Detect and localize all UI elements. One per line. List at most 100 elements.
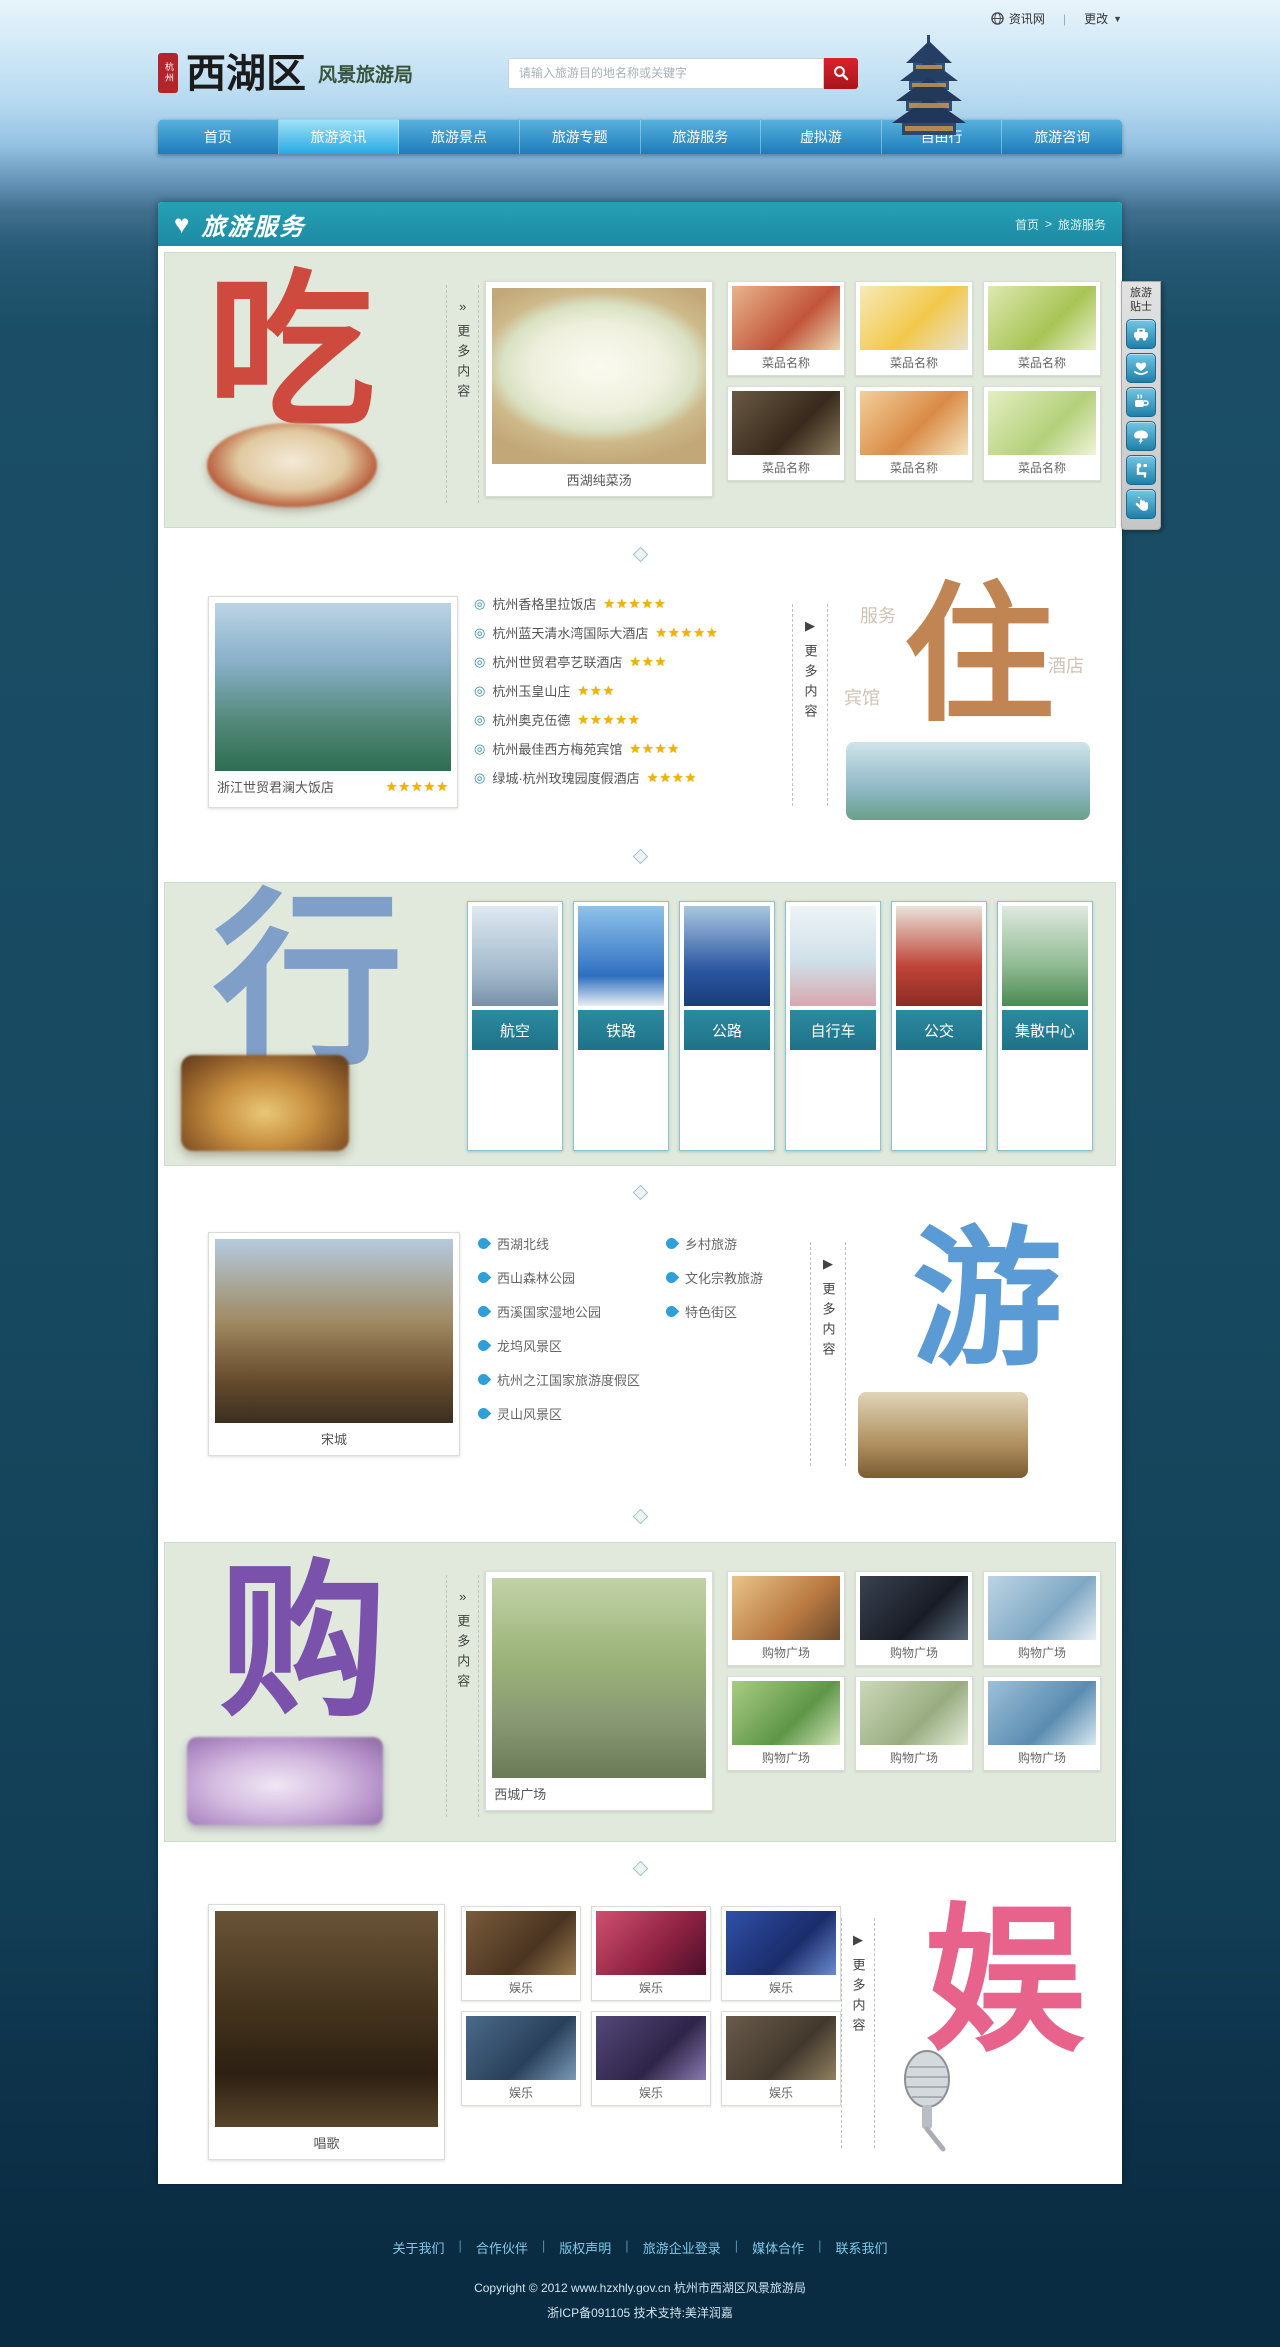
tour-link[interactable]: 西山森林公园 [478,1268,640,1287]
transport-photo [472,906,558,1006]
footer-link-partners[interactable]: 合作伙伴 [476,2238,528,2257]
dish-tile[interactable]: 菜品名称 [983,281,1101,376]
shop-caption: 购物广场 [988,1640,1096,1661]
bullet-icon: ◎ [474,770,485,786]
hotel-row[interactable]: ◎杭州玉皇山庄★★★ [474,681,719,700]
tour-link[interactable]: 乡村旅游 [666,1234,763,1253]
fun-tile[interactable]: 娱乐 [591,1906,711,2001]
hotel-row[interactable]: ◎杭州世贸君亭艺联酒店★★★ [474,652,719,671]
nav-item-home[interactable]: 首页 [158,119,279,154]
shop-tile[interactable]: 购物广场 [983,1676,1101,1771]
tour-link[interactable]: 灵山风景区 [478,1404,640,1423]
fun-art: 娱 [881,1900,1102,2158]
section-shop: 购 » 更多内容 西城广场 购物广场 购物广场 购物广场 购物广场 购物广场 购… [164,1542,1116,1842]
tour-link-label: 西湖北线 [497,1234,549,1253]
taxi-tip-button[interactable] [1126,319,1156,349]
footer-link-media[interactable]: 媒体合作 [752,2238,804,2257]
tour-link[interactable]: 西湖北线 [478,1234,640,1253]
dish-tile[interactable]: 菜品名称 [727,386,845,481]
hotel-row[interactable]: ◎绿城·杭州玫瑰园度假酒店★★★★ [474,768,719,787]
hotel-row[interactable]: ◎杭州奥克伍德★★★★★ [474,710,719,729]
shop-tile[interactable]: 购物广场 [727,1676,845,1771]
fun-tile[interactable]: 娱乐 [721,2011,841,2106]
stay-faint-word: 宾馆 [844,684,880,710]
page: 资讯网 | 更改 ▼ 杭州 西湖区 风景旅游局 [0,0,1280,2347]
hotel-row[interactable]: ◎杭州最佳西方梅苑宾馆★★★★ [474,739,719,758]
search-input[interactable] [508,58,824,89]
dish-tile[interactable]: 菜品名称 [727,281,845,376]
hotel-stars: ★★★ [577,683,615,699]
fun-more-link[interactable]: ▶ 更多内容 [841,1918,875,2148]
diamond-ornament [632,848,648,864]
tour-feature-card[interactable]: 宋城 [208,1232,460,1456]
shop-feature-card[interactable]: 西城广场 [485,1571,713,1811]
guide-tip-button[interactable] [1126,489,1156,519]
nav-item-services[interactable]: 旅游服务 [641,119,762,154]
change-dropdown[interactable]: 更改 ▼ [1084,10,1122,27]
transport-card-rail[interactable]: 铁路 [573,901,669,1151]
eat-feature-card[interactable]: 西湖纯菜汤 [485,281,713,497]
fun-feature-card[interactable]: 唱歌 [208,1904,445,2160]
tour-link[interactable]: 西溪国家湿地公园 [478,1302,640,1321]
tour-more-link[interactable]: ▶ 更多内容 [810,1242,846,1466]
fun-photo [466,2016,576,2080]
tour-link[interactable]: 文化宗教旅游 [666,1268,763,1287]
footer-link-enterprise-login[interactable]: 旅游企业登录 [643,2238,721,2257]
fun-photo [466,1911,576,1975]
drop-icon [476,1338,492,1354]
nav-item-news[interactable]: 旅游资讯 [279,119,400,154]
transport-card-bike[interactable]: 自行车 [785,901,881,1151]
fun-tile[interactable]: 娱乐 [461,2011,581,2106]
hotel-row[interactable]: ◎杭州蓝天清水湾国际大酒店★★★★★ [474,623,719,642]
shop-more-link[interactable]: » 更多内容 [446,1575,479,1817]
site-logo[interactable]: 杭州 西湖区 风景旅游局 [158,53,413,93]
transport-card-road[interactable]: 公路 [679,901,775,1151]
section-transport: 行 航空 铁路 公路 自行车 公交 集散中心 [164,882,1116,1166]
transport-card-bus[interactable]: 公交 [891,901,987,1151]
hotel-row[interactable]: ◎杭州香格里拉饭店★★★★★ [474,594,719,613]
nav-item-virtual[interactable]: 虚拟游 [761,119,882,154]
news-site-link[interactable]: 资讯网 [991,10,1045,27]
fun-caption: 娱乐 [596,2080,706,2101]
diamond-ornament [632,1184,648,1200]
stay-more-link[interactable]: ▶ 更多内容 [792,604,828,806]
transport-card-hub[interactable]: 集散中心 [997,901,1093,1151]
fun-tile[interactable]: 娱乐 [461,1906,581,2001]
fun-tile[interactable]: 娱乐 [591,2011,711,2106]
dining-tip-button[interactable] [1126,387,1156,417]
nav-item-spots[interactable]: 旅游景点 [399,119,520,154]
tour-link[interactable]: 龙坞风景区 [478,1336,640,1355]
footer-link-about[interactable]: 关于我们 [392,2238,444,2257]
shop-tile[interactable]: 购物广场 [855,1571,973,1666]
fun-tile[interactable]: 娱乐 [721,1906,841,2001]
tour-link[interactable]: 杭州之江国家旅游度假区 [478,1370,640,1389]
fun-caption: 娱乐 [466,2080,576,2101]
bullet-icon: ◎ [474,654,485,670]
search-button[interactable] [824,58,858,89]
weather-tip-button[interactable] [1126,421,1156,451]
footer-link-copyright[interactable]: 版权声明 [559,2238,611,2257]
dish-tile[interactable]: 菜品名称 [855,281,973,376]
dish-tile[interactable]: 菜品名称 [983,386,1101,481]
care-tip-button[interactable] [1126,353,1156,383]
stay-more-arrow: ▶ [805,618,815,634]
drop-icon [476,1270,492,1286]
nav-item-topics[interactable]: 旅游专题 [520,119,641,154]
shop-tile[interactable]: 购物广场 [983,1571,1101,1666]
shop-tile[interactable]: 购物广场 [727,1571,845,1666]
footer-icp: 浙ICP备091105 技术支持:美洋润嘉 [158,2304,1122,2321]
dish-caption: 菜品名称 [860,455,968,476]
dish-tile[interactable]: 菜品名称 [855,386,973,481]
eat-more-link[interactable]: » 更多内容 [446,285,479,503]
nav-item-consult[interactable]: 旅游咨询 [1002,119,1122,154]
eat-dish-photo [207,423,377,507]
shop-caption: 购物广场 [860,1640,968,1661]
transport-card-air[interactable]: 航空 [467,901,563,1151]
tour-link[interactable]: 特色街区 [666,1302,763,1321]
stay-feature-card[interactable]: 浙江世贸君澜大饭店 ★★★★★ [208,596,458,808]
shop-photo [860,1576,968,1640]
breadcrumb-home[interactable]: 首页 [1015,216,1039,233]
footer-link-contact[interactable]: 联系我们 [836,2238,888,2257]
rest-tip-button[interactable] [1126,455,1156,485]
shop-tile[interactable]: 购物广场 [855,1676,973,1771]
